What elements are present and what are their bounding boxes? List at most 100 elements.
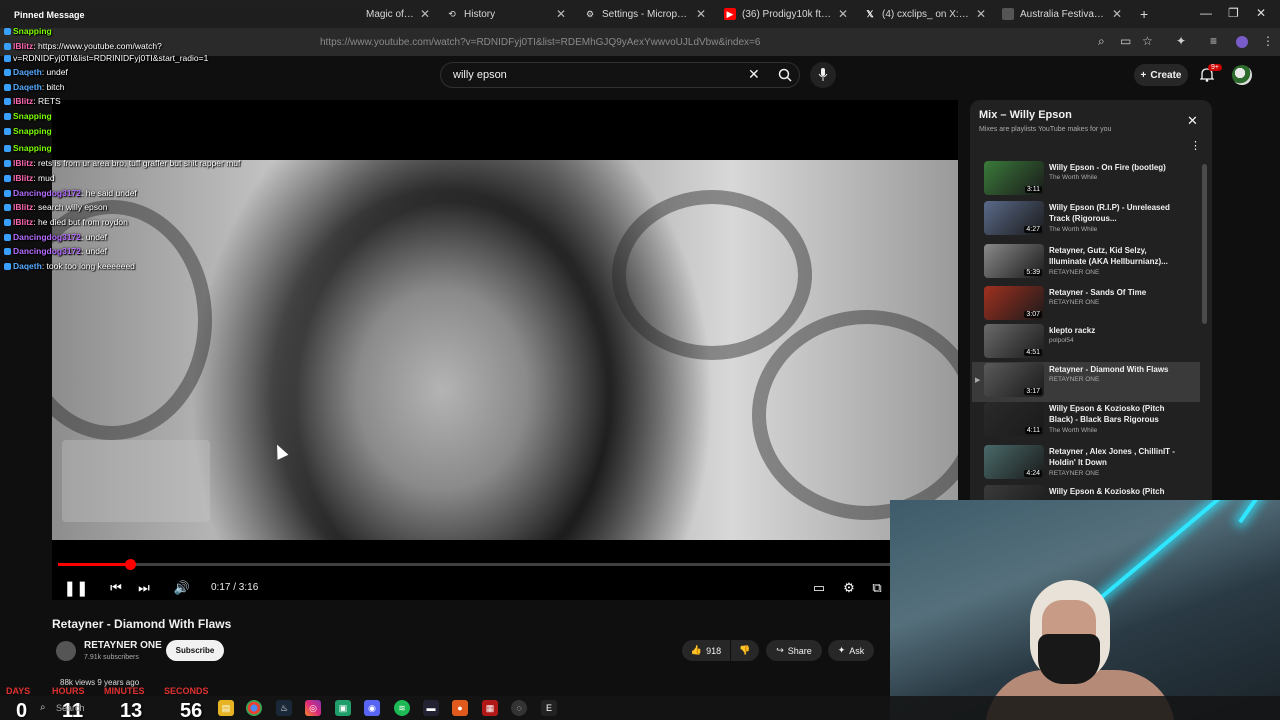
window-close-icon[interactable]: ✕ [1256, 6, 1266, 20]
search-icon[interactable]: ⌕ [40, 702, 46, 713]
subscriber-count: 7.91k subscribers [84, 654, 139, 661]
previous-button[interactable]: ⏮ [106, 578, 126, 598]
video-thumbnail[interactable]: 3:07 [984, 286, 1044, 320]
cast-icon[interactable]: ▭ [1120, 34, 1131, 48]
steam-icon[interactable]: ♨ [276, 700, 292, 716]
mix-item[interactable]: 4:51 klepto rackz polpol54 [972, 323, 1200, 363]
volume-button[interactable]: 🔊 [172, 578, 192, 598]
account-avatar[interactable] [1232, 65, 1252, 85]
video-thumbnail[interactable]: 5:39 [984, 244, 1044, 278]
settings-button[interactable]: ⚙ [838, 578, 860, 598]
mix-item[interactable]: 4:24 Retayner , Alex Jones , ChillinIT - … [972, 444, 1200, 484]
chat-message: v=RDNIDFyj0TI&list=RDRINIDFyj0TI&start_r… [4, 53, 208, 63]
voice-search-button[interactable] [810, 62, 836, 88]
badge-icon [4, 204, 11, 212]
ask-button[interactable]: ✦ Ask [828, 640, 874, 661]
mix-item-title[interactable]: Retayner, Gutz, Kid Selzy, Illuminate (A… [1049, 245, 1179, 267]
minimize-icon[interactable]: — [1200, 6, 1212, 20]
mix-item-title[interactable]: Willy Epson (R.I.P) - Unreleased Track (… [1049, 202, 1179, 224]
video-thumbnail[interactable]: 4:27 [984, 201, 1044, 235]
app-icon[interactable]: ▬ [423, 700, 439, 716]
mix-item-title[interactable]: klepto rackz [1049, 325, 1179, 336]
tab-magic[interactable]: Magic of the L ✕ [360, 4, 436, 24]
zoom-icon[interactable]: ⌕ [1098, 34, 1105, 49]
chat-message: lBlitz: https://www.youtube.com/watch? [4, 41, 162, 51]
instagram-icon[interactable]: ◎ [305, 700, 321, 716]
spotify-icon[interactable]: ≋ [394, 700, 410, 716]
close-icon[interactable]: ✕ [696, 7, 706, 21]
screen: Magic of the L ✕ ⟲ History ✕ ⚙ Settings … [0, 0, 1280, 720]
pause-button[interactable]: ❚❚ [63, 578, 88, 598]
progress-bar[interactable] [58, 559, 890, 570]
media-controls-icon[interactable]: ≡ [1210, 34, 1217, 48]
obs-icon[interactable]: ● [452, 700, 468, 716]
dislike-button[interactable]: 👎 [731, 640, 759, 661]
chat-username: Dancingdog3172 [13, 188, 82, 198]
video-thumbnail[interactable]: 4:51 [984, 324, 1044, 358]
extensions-icon[interactable]: ✦ [1176, 34, 1186, 48]
close-icon[interactable]: ✕ [838, 7, 848, 21]
more-options-icon[interactable]: ⋮ [1190, 139, 1201, 152]
tab-title: (4) cxclips_ on X: "Shoovy [882, 8, 970, 20]
mix-item-title[interactable]: Retayner , Alex Jones , ChillinIT - Hold… [1049, 446, 1179, 468]
subscribe-button[interactable]: Subscribe [166, 640, 224, 661]
channel-avatar[interactable] [56, 641, 76, 661]
mix-item[interactable]: ▶ 3:17 Retayner - Diamond With Flaws RETAYN… [972, 362, 1200, 402]
app-icon[interactable]: ◌ [511, 700, 527, 716]
tab-prodigy[interactable]: ▶ (36) Prodigy10k ft. 347Ai ✕ [718, 4, 854, 24]
chat-username: Dancingdog3172 [13, 246, 82, 256]
close-icon[interactable]: ✕ [556, 7, 566, 21]
url-text[interactable]: https://www.youtube.com/watch?v=RDNIDFyj… [320, 37, 760, 48]
bookmark-star-icon[interactable]: ☆ [1142, 34, 1153, 48]
epic-games-icon[interactable]: E [541, 700, 557, 716]
video-thumbnail[interactable]: 3:11 [984, 161, 1044, 195]
mix-item[interactable]: 4:11 Willy Epson & Koziosko (Pitch Black)… [972, 401, 1200, 441]
chrome-icon[interactable] [246, 700, 262, 716]
mix-item-channel: RETAYNER ONE [1049, 269, 1100, 276]
chat-message: Snapping [4, 126, 52, 136]
search-query[interactable]: willy epson [453, 69, 507, 81]
mix-item-title[interactable]: Retayner - Diamond With Flaws [1049, 364, 1179, 375]
duration-badge: 3:11 [1024, 186, 1042, 193]
channel-name[interactable]: RETAYNER ONE [84, 640, 162, 651]
close-icon[interactable]: ✕ [976, 7, 986, 21]
chat-message: lBlitz: RETS [4, 96, 61, 106]
tab-history[interactable]: ⟲ History ✕ [440, 4, 572, 24]
share-button[interactable]: ↪ Share [766, 640, 822, 661]
search-button[interactable] [770, 62, 800, 88]
video-thumbnail[interactable]: 4:24 [984, 445, 1044, 479]
mix-item-title[interactable]: Willy Epson & Koziosko (Pitch Black) - B… [1049, 403, 1179, 425]
tab-australia-festival[interactable]: Australia Festival — Rolli ✕ [996, 4, 1128, 24]
clear-search-icon[interactable]: ✕ [748, 66, 760, 83]
close-icon[interactable]: ✕ [1187, 113, 1198, 129]
tab-x-cxclips[interactable]: 𝕏 (4) cxclips_ on X: "Shoovy ✕ [858, 4, 992, 24]
mix-item-title[interactable]: Retayner - Sands Of Time [1049, 287, 1179, 298]
taskbar-search[interactable]: Search [56, 703, 85, 713]
close-icon[interactable]: ✕ [420, 7, 430, 21]
badge-icon [4, 219, 11, 227]
close-icon[interactable]: ✕ [1112, 7, 1122, 21]
discord-icon[interactable]: ◉ [364, 700, 380, 716]
browser-menu-icon[interactable]: ⋮ [1262, 34, 1274, 48]
app-icon[interactable]: ▣ [335, 700, 351, 716]
like-button[interactable]: 👍 918 [682, 640, 730, 661]
next-button[interactable]: ⏭ [134, 578, 154, 598]
file-explorer-icon[interactable]: ▤ [218, 700, 234, 716]
miniplayer-button[interactable]: ⧉ [866, 578, 888, 598]
app-icon[interactable]: ▦ [482, 700, 498, 716]
profile-icon[interactable] [1236, 36, 1248, 48]
mix-item-title[interactable]: Willy Epson - On Fire (bootleg) [1049, 162, 1179, 173]
video-thumbnail[interactable]: 4:11 [984, 402, 1044, 436]
video-thumbnail[interactable]: 3:17 [984, 363, 1044, 397]
mix-item[interactable]: 4:27 Willy Epson (R.I.P) - Unreleased Tra… [972, 200, 1200, 240]
new-tab-button[interactable]: + [1134, 4, 1154, 24]
subtitles-button[interactable]: ▭ [808, 578, 830, 598]
maximize-icon[interactable]: ❐ [1228, 6, 1239, 20]
mix-item-title[interactable]: Willy Epson & Koziosko (Pitch [1049, 486, 1179, 497]
tab-settings-microphone[interactable]: ⚙ Settings - Microphone ✕ [578, 4, 712, 24]
mix-item[interactable]: 3:11 Willy Epson - On Fire (bootleg) The W… [972, 160, 1200, 200]
mix-item[interactable]: 5:39 Retayner, Gutz, Kid Selzy, Illuminat… [972, 243, 1200, 283]
create-button[interactable]: + Create [1134, 64, 1188, 86]
scrollbar[interactable] [1202, 164, 1207, 324]
mix-item[interactable]: 3:07 Retayner - Sands Of Time RETAYNER ONE [972, 285, 1200, 325]
